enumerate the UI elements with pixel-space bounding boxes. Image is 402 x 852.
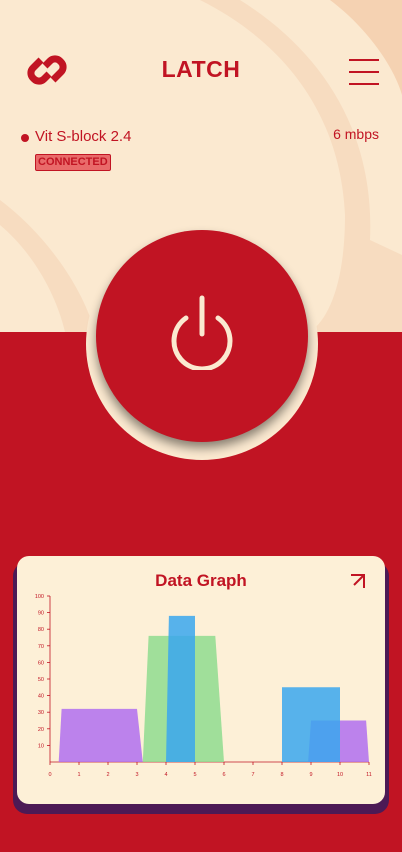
x-tick-label: 9 (309, 772, 312, 778)
x-tick-label: 4 (164, 772, 167, 778)
data-graph-card: Data Graph 10 20 30 40 50 60 70 80 90 100 0 1 2 3 4 5 6 7… (17, 556, 385, 804)
x-tick-label: 5 (193, 772, 196, 778)
y-tick-label: 30 (38, 710, 44, 716)
x-tick-label: 7 (251, 772, 254, 778)
y-tick-label: 50 (38, 677, 44, 683)
power-icon (166, 294, 238, 372)
y-tick-label: 60 (38, 660, 44, 666)
y-tick-label: 10 (38, 743, 44, 749)
series-area-0 (58, 708, 143, 762)
series-area-4 (282, 687, 340, 762)
brand-title: LATCH (161, 56, 241, 82)
series-area-3 (166, 615, 195, 762)
y-tick-label: 20 (38, 727, 44, 733)
x-tick-label: 8 (280, 772, 283, 778)
x-tick-label: 0 (48, 772, 51, 778)
y-tick-label: 90 (38, 611, 44, 617)
x-tick-label: 11 (366, 772, 372, 778)
hamburger-menu-icon[interactable] (349, 57, 381, 87)
data-chart: 10 20 30 40 50 60 70 80 90 100 0 1 2 3 4 5 6 7 8 9 10 11 (35, 594, 372, 778)
y-tick-label: 100 (35, 594, 44, 600)
x-tick-label: 10 (337, 772, 343, 778)
x-tick-label: 6 (222, 772, 225, 778)
x-tick-label: 1 (77, 772, 80, 778)
x-tick-label: 3 (135, 772, 138, 778)
status-badge: CONNECTED (35, 154, 111, 171)
y-tick-label: 40 (38, 694, 44, 700)
y-tick-label: 70 (38, 644, 44, 650)
connection-speed: 6 mbps (333, 126, 379, 142)
network-name: Vit S-block 2.4 (35, 128, 132, 145)
x-tick-label: 2 (106, 772, 109, 778)
y-tick-label: 80 (38, 627, 44, 633)
connection-indicator-dot (21, 134, 29, 142)
